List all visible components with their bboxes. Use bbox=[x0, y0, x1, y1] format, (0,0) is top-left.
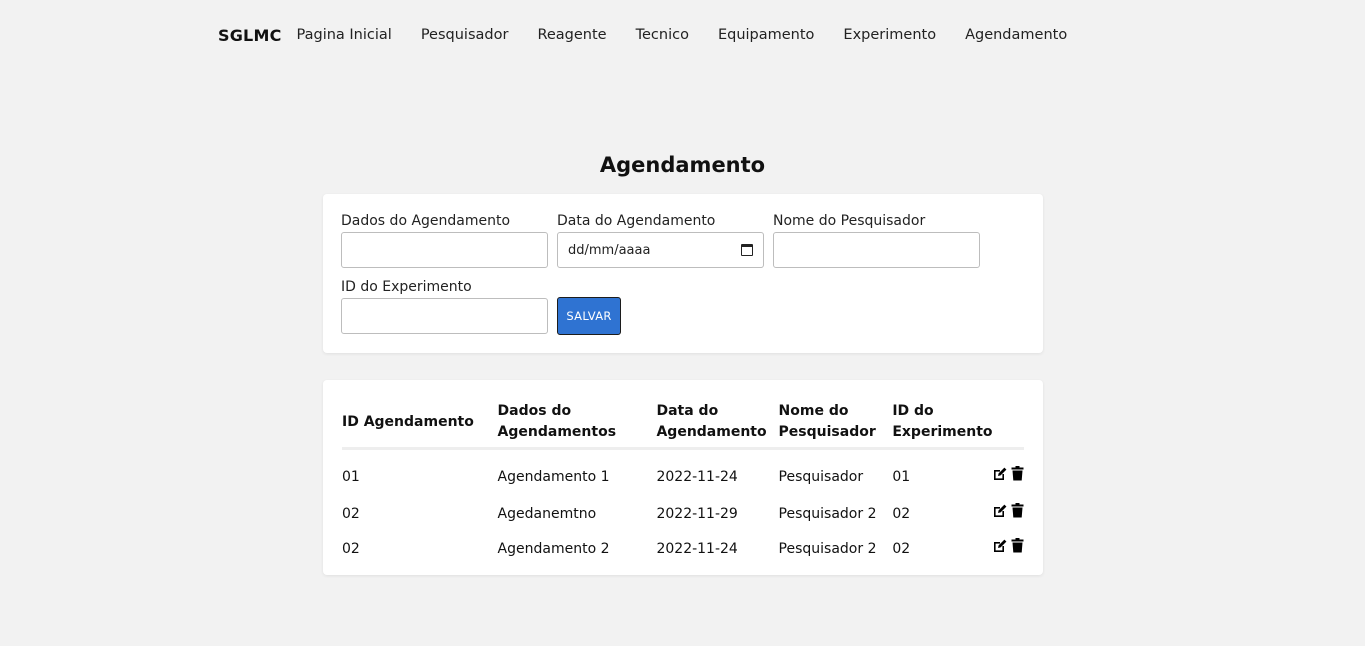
cell-id-experimento: 02 bbox=[892, 540, 911, 557]
agendamentos-table-card: ID Agendamento Dados do Agendamentos Data… bbox=[323, 380, 1043, 575]
header-data: Data do Agendamento bbox=[656, 396, 779, 450]
cell-actions bbox=[993, 531, 1024, 566]
nav-link-equipamento[interactable]: Equipamento bbox=[718, 27, 814, 43]
edit-icon[interactable] bbox=[993, 467, 1007, 481]
dados-label: Dados do Agendamento bbox=[341, 213, 511, 229]
trash-icon[interactable] bbox=[1011, 538, 1024, 553]
cell-id-experimento: 01 bbox=[892, 468, 911, 485]
cell-id: 02 bbox=[342, 540, 360, 557]
cell-id: 01 bbox=[342, 468, 360, 485]
data-label: Data do Agendamento bbox=[557, 213, 716, 229]
nav-link-experimento[interactable]: Experimento bbox=[843, 27, 936, 43]
cell-id: 02 bbox=[342, 505, 360, 522]
table-header-row: ID Agendamento Dados do Agendamentos Data… bbox=[342, 396, 1024, 450]
date-input[interactable]: dd/mm/aaaa bbox=[557, 232, 764, 268]
nav-link-tecnico[interactable]: Tecnico bbox=[636, 27, 689, 43]
header-dados: Dados do Agendamentos bbox=[497, 396, 657, 450]
cell-id-experimento: 02 bbox=[892, 505, 911, 522]
dados-field-group: Dados do Agendamento bbox=[341, 213, 548, 268]
cell-dados: Agendamento 1 bbox=[497, 468, 610, 485]
cell-data: 2022-11-24 bbox=[656, 468, 738, 485]
nome-input[interactable] bbox=[773, 232, 980, 268]
cell-actions bbox=[993, 448, 1024, 496]
nome-label: Nome do Pesquisador bbox=[773, 213, 926, 229]
agendamentos-table: ID Agendamento Dados do Agendamentos Data… bbox=[342, 396, 1024, 566]
date-placeholder: dd/mm/aaaa bbox=[568, 242, 651, 258]
cell-data: 2022-11-29 bbox=[656, 505, 738, 522]
nav-link-pagina-inicial[interactable]: Pagina Inicial bbox=[297, 27, 392, 43]
header-id-agendamento: ID Agendamento bbox=[342, 396, 498, 450]
cell-dados: Agedanemtno bbox=[497, 505, 597, 522]
nav-link-pesquisador[interactable]: Pesquisador bbox=[421, 27, 509, 43]
cell-dados: Agendamento 2 bbox=[497, 540, 610, 557]
cell-nome: Pesquisador 2 bbox=[778, 540, 877, 557]
nav-link-reagente[interactable]: Reagente bbox=[537, 27, 606, 43]
header-id-experimento: ID do Experimento bbox=[892, 396, 993, 450]
header-nome: Nome do Pesquisador bbox=[778, 396, 893, 450]
trash-icon[interactable] bbox=[1011, 503, 1024, 518]
nav-link-agendamento[interactable]: Agendamento bbox=[965, 27, 1067, 43]
cell-nome: Pesquisador 2 bbox=[778, 505, 877, 522]
table-row: 02 Agendamento 2 2022-11-24 Pesquisador … bbox=[342, 531, 1024, 566]
cell-actions bbox=[993, 496, 1024, 531]
edit-icon[interactable] bbox=[993, 504, 1007, 518]
edit-icon[interactable] bbox=[993, 539, 1007, 553]
cell-data: 2022-11-24 bbox=[656, 540, 738, 557]
cell-nome: Pesquisador bbox=[778, 468, 864, 485]
data-field-group: Data do Agendamento dd/mm/aaaa bbox=[557, 213, 764, 268]
id-experimento-input[interactable] bbox=[341, 298, 548, 334]
dados-input[interactable] bbox=[341, 232, 548, 268]
save-button[interactable]: SALVAR bbox=[557, 297, 621, 335]
page-title: Agendamento bbox=[599, 153, 766, 177]
header-actions bbox=[992, 396, 1024, 450]
table-row: 01 Agendamento 1 2022-11-24 Pesquisador … bbox=[342, 448, 1024, 496]
id-experimento-field-group: ID do Experimento bbox=[341, 279, 548, 334]
agendamento-form-card: Dados do Agendamento Data do Agendamento… bbox=[323, 194, 1043, 353]
brand-logo[interactable]: SGLMC bbox=[218, 26, 282, 45]
calendar-icon[interactable] bbox=[741, 244, 753, 256]
table-row: 02 Agedanemtno 2022-11-29 Pesquisador 2 … bbox=[342, 496, 1024, 531]
nome-field-group: Nome do Pesquisador bbox=[773, 213, 980, 268]
top-navbar: SGLMC Pagina Inicial Pesquisador Reagent… bbox=[218, 22, 1096, 48]
id-experimento-label: ID do Experimento bbox=[341, 279, 472, 295]
trash-icon[interactable] bbox=[1011, 466, 1024, 481]
